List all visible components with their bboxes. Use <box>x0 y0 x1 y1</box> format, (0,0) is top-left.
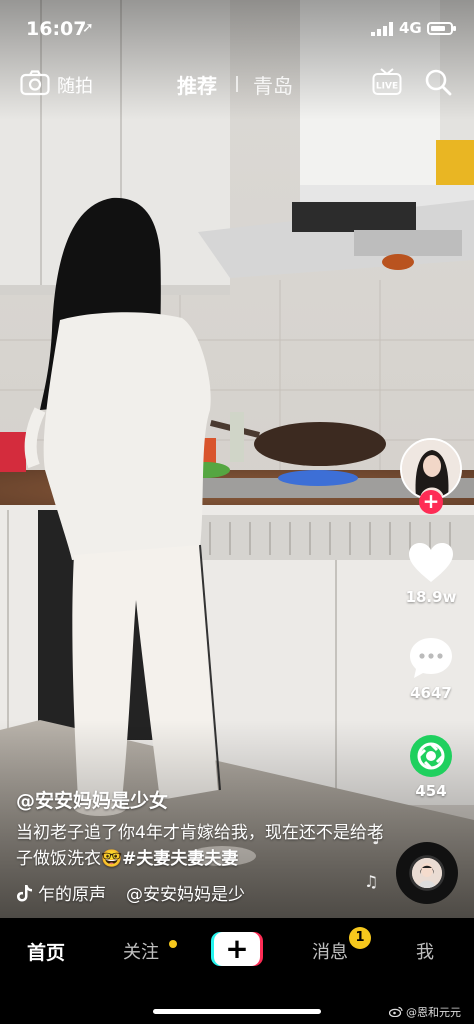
messages-badge: 1 <box>349 927 371 949</box>
music-disc[interactable] <box>396 842 458 904</box>
tab-me[interactable]: 我 <box>416 938 434 964</box>
comment-count: 4647 <box>410 684 452 702</box>
status-time: 16:07 <box>26 18 87 40</box>
hashtag-link[interactable]: #夫妻夫妻夫妻 <box>122 849 238 869</box>
like-count: 18.9w <box>405 588 457 606</box>
create-button[interactable]: + <box>211 932 263 966</box>
search-icon[interactable] <box>424 68 452 96</box>
share-icon <box>410 735 452 777</box>
tab-city[interactable]: 青岛 <box>253 70 293 99</box>
music-author: @安安妈妈是少 <box>126 885 245 905</box>
comment-button[interactable]: 4647 <box>394 636 468 702</box>
live-icon-text: LIVE <box>376 82 398 92</box>
location-arrow-icon: ➚ <box>82 20 94 36</box>
music-info[interactable]: 乍的原声 @安安妈妈是少 <box>16 880 376 906</box>
casual-shoot-button[interactable]: 随拍 <box>57 72 93 98</box>
heart-icon <box>409 543 453 582</box>
like-button[interactable]: 18.9w <box>394 542 468 606</box>
live-icon[interactable]: LIVE <box>372 68 402 96</box>
follow-plus-button[interactable]: + <box>419 490 443 514</box>
battery-icon <box>427 22 456 35</box>
home-indicator[interactable] <box>153 1009 321 1014</box>
action-rail: + 18.9w 4647 454 ♪ ♫ <box>364 438 474 908</box>
weibo-icon <box>389 1006 403 1017</box>
caption-text: 当初老子追了你4年才肯嫁给我，现在还不是给老子做饭洗衣🤓#夫妻夫妻夫妻 <box>16 820 396 872</box>
tiktok-note-icon <box>17 885 32 902</box>
status-bar: 16:07 ➚ 4G <box>0 0 474 58</box>
comment-icon <box>410 638 452 678</box>
watermark-text: @恩和元元 <box>406 1006 461 1019</box>
top-nav: 随拍 推荐 青岛 LIVE <box>0 62 474 106</box>
share-button[interactable]: 454 <box>394 734 468 800</box>
tab-messages[interactable]: 消息 <box>312 938 348 964</box>
weibo-watermark: @恩和元元 <box>389 1004 461 1020</box>
share-count: 454 <box>415 782 447 800</box>
cellular-signal-icon <box>371 22 393 36</box>
author-name[interactable]: @安安妈妈是少女 <box>16 786 396 816</box>
video-caption: @安安妈妈是少女 当初老子追了你4年才肯嫁给我，现在还不是给老子做饭洗衣🤓#夫妻… <box>16 786 396 872</box>
tab-follow[interactable]: 关注 <box>123 938 159 964</box>
camera-icon[interactable] <box>20 70 50 96</box>
tab-recommended[interactable]: 推荐 <box>177 70 217 99</box>
follow-new-dot <box>169 940 177 948</box>
tab-divider <box>236 76 238 92</box>
original-sound-label: 乍的原声 <box>38 885 106 905</box>
music-disc-cover <box>412 858 442 888</box>
network-type: 4G <box>399 19 422 37</box>
plus-icon: + <box>214 932 260 966</box>
tab-home[interactable]: 首页 <box>27 938 65 965</box>
emoji: 🤓 <box>101 849 123 869</box>
music-cover-image <box>412 858 442 888</box>
